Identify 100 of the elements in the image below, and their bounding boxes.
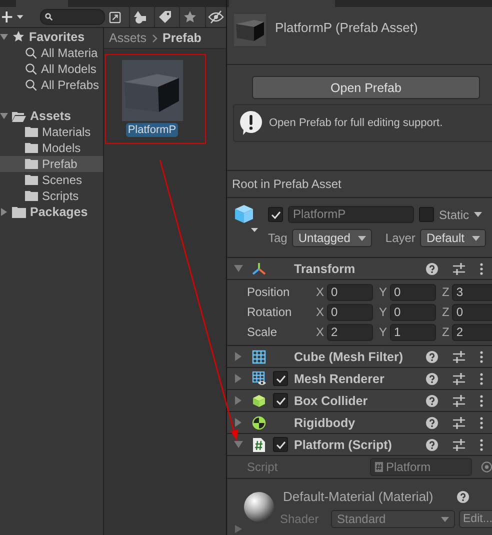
expanded-arrow-icon[interactable] xyxy=(234,440,243,449)
more-icon[interactable] xyxy=(480,416,483,428)
axis-label: Z xyxy=(442,325,450,339)
tree-item[interactable]: Scenes xyxy=(42,173,82,187)
collapsed-arrow-icon[interactable] xyxy=(234,418,243,427)
name-field[interactable]: PlatformP xyxy=(288,206,414,223)
more-icon[interactable] xyxy=(480,372,483,384)
expanded-arrow-icon[interactable] xyxy=(0,112,8,120)
inspector-title: PlatformP (Prefab Asset) xyxy=(275,20,418,35)
expanded-arrow-icon[interactable] xyxy=(0,33,8,41)
star-icon xyxy=(12,31,25,43)
help-icon[interactable] xyxy=(426,262,438,274)
help-icon[interactable] xyxy=(426,394,438,406)
check-icon xyxy=(276,440,286,448)
folder-icon xyxy=(25,175,38,185)
tree-item[interactable]: All Models xyxy=(41,62,96,76)
number-field[interactable]: 2 xyxy=(452,324,492,340)
checkbox[interactable] xyxy=(273,371,288,386)
axis-label: Y xyxy=(379,325,388,339)
component-header[interactable]: Platform (Script) xyxy=(227,434,492,456)
grid-icon xyxy=(252,350,266,364)
tree-item[interactable]: Packages xyxy=(30,205,88,219)
more-icon[interactable] xyxy=(480,262,483,274)
checkbox[interactable] xyxy=(419,207,434,222)
help-icon[interactable] xyxy=(426,438,438,450)
field-label: Shader xyxy=(280,512,320,526)
check-icon xyxy=(276,374,286,382)
target-icon[interactable] xyxy=(480,461,492,473)
tree-item[interactable]: All Prefabs xyxy=(41,78,100,92)
axis-label: Y xyxy=(379,305,388,319)
sliders-icon[interactable] xyxy=(453,262,465,274)
more-icon[interactable] xyxy=(480,350,483,362)
number-field[interactable]: 0 xyxy=(327,284,374,300)
checkbox[interactable] xyxy=(268,207,283,222)
collapsed-arrow-icon[interactable] xyxy=(234,374,243,383)
search-field[interactable] xyxy=(40,9,106,25)
checkbox[interactable] xyxy=(273,393,288,408)
number-field[interactable]: 1 xyxy=(390,324,436,340)
field-label: Rotation xyxy=(247,305,293,319)
more-icon[interactable] xyxy=(480,438,483,450)
tree-item[interactable]: Scripts xyxy=(42,189,79,203)
expand-icon[interactable] xyxy=(109,10,122,24)
component-title: Cube (Mesh Filter) xyxy=(294,350,404,364)
sliders-icon[interactable] xyxy=(453,394,465,406)
cube-thumbnail xyxy=(234,14,266,46)
chevron-icon xyxy=(152,34,158,42)
open-folder-icon xyxy=(12,110,26,122)
shapes-icon[interactable] xyxy=(132,10,147,24)
number-field[interactable]: 0 xyxy=(390,304,436,320)
tree-item[interactable]: Models xyxy=(42,141,81,155)
tag-dropdown[interactable]: Untagged xyxy=(292,229,372,247)
tree-item[interactable]: All Materia xyxy=(41,46,98,60)
script-icon xyxy=(375,462,383,472)
sliders-icon[interactable] xyxy=(453,438,465,450)
collapsed-arrow-icon[interactable] xyxy=(234,352,243,361)
axis-label: X xyxy=(316,305,324,319)
grid-eye-icon xyxy=(252,371,266,386)
layer-dropdown[interactable]: Default xyxy=(420,229,486,247)
component-header[interactable]: Box Collider xyxy=(227,390,492,412)
dropdown-arrow-icon xyxy=(441,516,449,522)
hidden-icon[interactable] xyxy=(208,10,224,24)
number-field[interactable]: 0 xyxy=(327,304,374,320)
add-icon[interactable] xyxy=(2,11,24,23)
folder-icon xyxy=(25,159,38,169)
asset-name[interactable]: PlatformP xyxy=(126,123,178,137)
sliders-icon[interactable] xyxy=(453,416,465,428)
dropdown-arrow-icon xyxy=(472,236,480,240)
help-icon[interactable] xyxy=(426,416,438,428)
collapsed-arrow-icon[interactable] xyxy=(0,208,8,216)
tree-item[interactable]: Materials xyxy=(42,125,91,139)
open-prefab-button[interactable]: Open Prefab xyxy=(252,76,480,99)
sliders-icon[interactable] xyxy=(453,350,465,362)
cube-icon[interactable] xyxy=(234,204,260,234)
breadcrumb-item[interactable]: Prefab xyxy=(162,31,202,45)
expanded-arrow-icon[interactable] xyxy=(234,264,243,273)
tree-item[interactable]: Favorites xyxy=(29,30,85,44)
help-icon[interactable] xyxy=(457,490,470,502)
sphere-thumbnail xyxy=(243,491,275,523)
component-title: Platform (Script) xyxy=(294,438,393,452)
number-field[interactable]: 3 xyxy=(452,284,492,300)
component-header[interactable]: Mesh Renderer xyxy=(227,368,492,390)
tree-item[interactable]: Assets xyxy=(30,109,71,123)
tag-icon[interactable] xyxy=(158,10,172,24)
dropdown-arrow-icon[interactable] xyxy=(474,212,482,217)
help-icon[interactable] xyxy=(426,350,438,362)
material-title: Default-Material (Material) xyxy=(283,489,434,504)
folder-icon xyxy=(25,127,38,137)
cube-thumbnail[interactable] xyxy=(122,60,182,121)
warning-bubble-icon xyxy=(239,110,263,136)
breadcrumb-item[interactable]: Assets xyxy=(109,31,147,45)
number-field[interactable]: 2 xyxy=(327,324,374,340)
collapsed-arrow-icon[interactable] xyxy=(234,396,243,405)
help-icon[interactable] xyxy=(426,372,438,384)
number-field[interactable]: 0 xyxy=(452,304,492,320)
checkbox[interactable] xyxy=(273,437,288,452)
sliders-icon[interactable] xyxy=(453,372,465,384)
more-icon[interactable] xyxy=(480,394,483,406)
dropdown-arrow-icon xyxy=(358,236,366,240)
number-field[interactable]: 0 xyxy=(390,284,436,300)
star-icon[interactable] xyxy=(183,10,198,24)
